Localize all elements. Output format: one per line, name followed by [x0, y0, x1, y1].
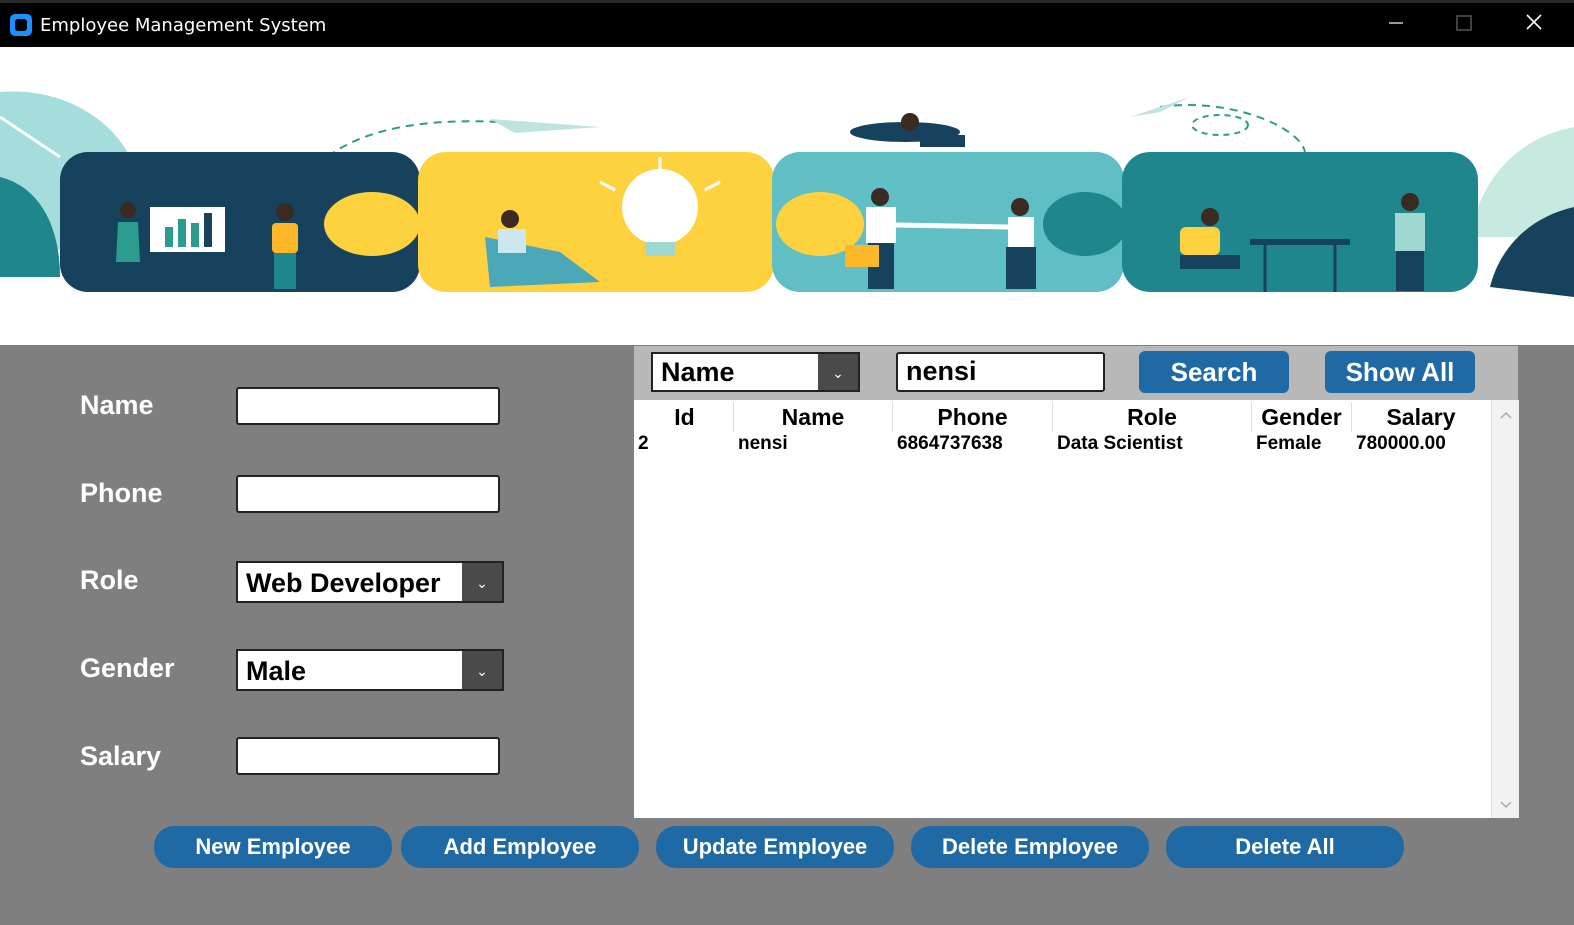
search-field-value: Name: [661, 357, 735, 387]
table-scrollbar[interactable]: [1491, 400, 1519, 818]
cell-role: Data Scientist: [1057, 433, 1183, 454]
column-header-id[interactable]: Id: [636, 402, 733, 432]
delete-employee-button[interactable]: Delete Employee: [911, 826, 1149, 868]
column-header-gender[interactable]: Gender: [1252, 402, 1351, 432]
maximize-icon: [1456, 15, 1472, 31]
column-header-role[interactable]: Role: [1053, 402, 1251, 432]
column-header-salary[interactable]: Salary: [1352, 402, 1490, 432]
search-input[interactable]: nensi: [896, 352, 1105, 392]
phone-label: Phone: [80, 478, 163, 508]
salary-label: Salary: [80, 741, 162, 771]
chevron-down-icon[interactable]: ⌄: [818, 354, 858, 390]
title-bar: Employee Management System: [0, 3, 1574, 47]
show-all-button[interactable]: Show All: [1325, 351, 1475, 393]
close-button[interactable]: [1514, 11, 1554, 41]
new-employee-button[interactable]: New Employee: [154, 826, 392, 868]
maximize-button[interactable]: [1444, 11, 1484, 41]
chevron-down-icon[interactable]: ⌄: [462, 651, 502, 689]
close-icon: [1526, 14, 1542, 30]
chevron-down-icon[interactable]: ⌄: [462, 563, 502, 601]
name-field[interactable]: [236, 387, 500, 425]
name-label: Name: [80, 390, 154, 420]
minimize-button[interactable]: [1376, 11, 1416, 41]
cell-name: nensi: [738, 433, 788, 454]
add-employee-button[interactable]: Add Employee: [401, 826, 639, 868]
delete-all-button[interactable]: Delete All: [1166, 826, 1404, 868]
update-employee-button[interactable]: Update Employee: [656, 826, 894, 868]
role-selected-value: Web Developer: [246, 568, 441, 598]
column-header-phone[interactable]: Phone: [893, 402, 1052, 432]
teamwork-illustration: [0, 91, 1574, 297]
column-header-name[interactable]: Name: [734, 402, 892, 432]
search-field-dropdown[interactable]: Name ⌄: [651, 352, 860, 392]
cell-id: 2: [638, 433, 649, 454]
gender-selected-value: Male: [246, 656, 307, 686]
window-title: Employee Management System: [40, 15, 327, 36]
cell-phone: 6864737638: [897, 433, 1003, 454]
gender-label: Gender: [80, 653, 175, 683]
gender-dropdown[interactable]: Male ⌄: [236, 649, 504, 691]
phone-field[interactable]: [236, 475, 500, 513]
role-dropdown[interactable]: Web Developer ⌄: [236, 561, 504, 603]
scroll-arrows: [1500, 411, 1512, 809]
search-button[interactable]: Search: [1139, 351, 1289, 393]
salary-field[interactable]: [236, 737, 500, 775]
role-label: Role: [80, 565, 139, 595]
minimize-icon: [1389, 22, 1403, 24]
cell-salary: 780000.00: [1356, 433, 1446, 454]
cell-gender: Female: [1256, 433, 1322, 454]
employee-table[interactable]: [634, 400, 1491, 818]
app-icon: [10, 14, 32, 36]
banner-image: [0, 47, 1574, 345]
